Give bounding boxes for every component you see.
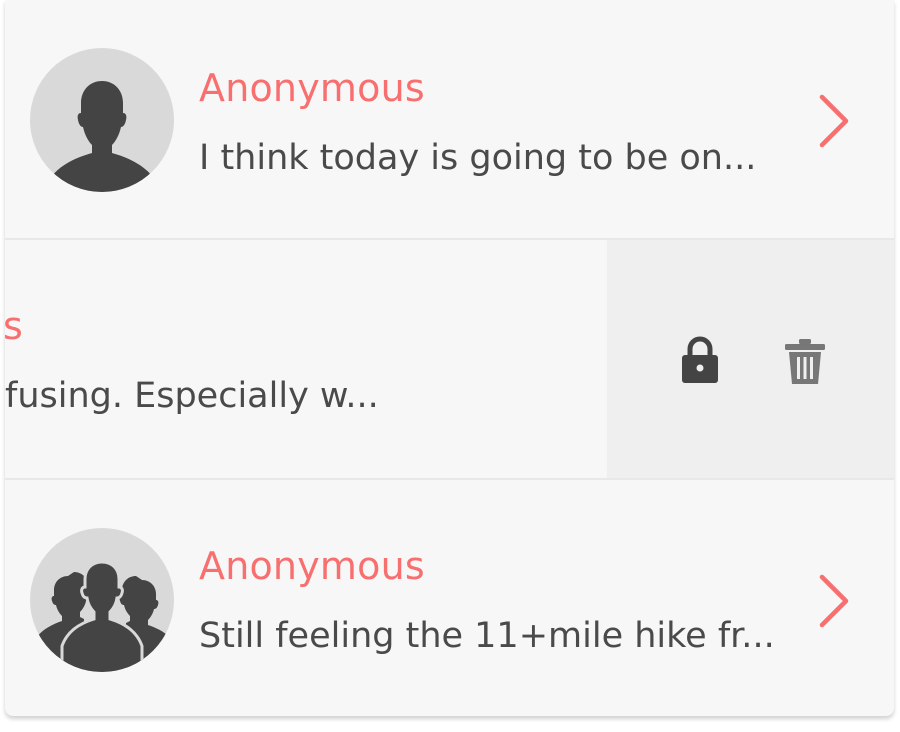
- message-row-swiped[interactable]: s fusing. Especially w...: [5, 240, 607, 478]
- lock-icon[interactable]: [680, 335, 720, 385]
- message-row[interactable]: Anonymous I think today is going to be o…: [5, 0, 894, 238]
- avatar: [30, 528, 174, 672]
- sender-name: s: [5, 304, 23, 348]
- sender-name: Anonymous: [199, 544, 425, 588]
- message-list: Anonymous I think today is going to be o…: [5, 0, 894, 716]
- message-preview: fusing. Especially w...: [5, 376, 379, 416]
- swipe-actions: [607, 240, 894, 478]
- single-person-icon: [48, 81, 156, 192]
- sender-name: Anonymous: [199, 66, 425, 110]
- message-preview: I think today is going to be on...: [199, 138, 757, 178]
- chevron-right-icon[interactable]: [813, 573, 853, 629]
- message-preview: Still feeling the 11+mile hike fr...: [199, 616, 775, 656]
- group-icon: [34, 560, 174, 672]
- avatar: [30, 48, 174, 192]
- trash-icon[interactable]: [783, 338, 827, 386]
- chevron-right-icon[interactable]: [813, 93, 853, 149]
- message-row[interactable]: Anonymous Still feeling the 11+mile hike…: [5, 480, 894, 716]
